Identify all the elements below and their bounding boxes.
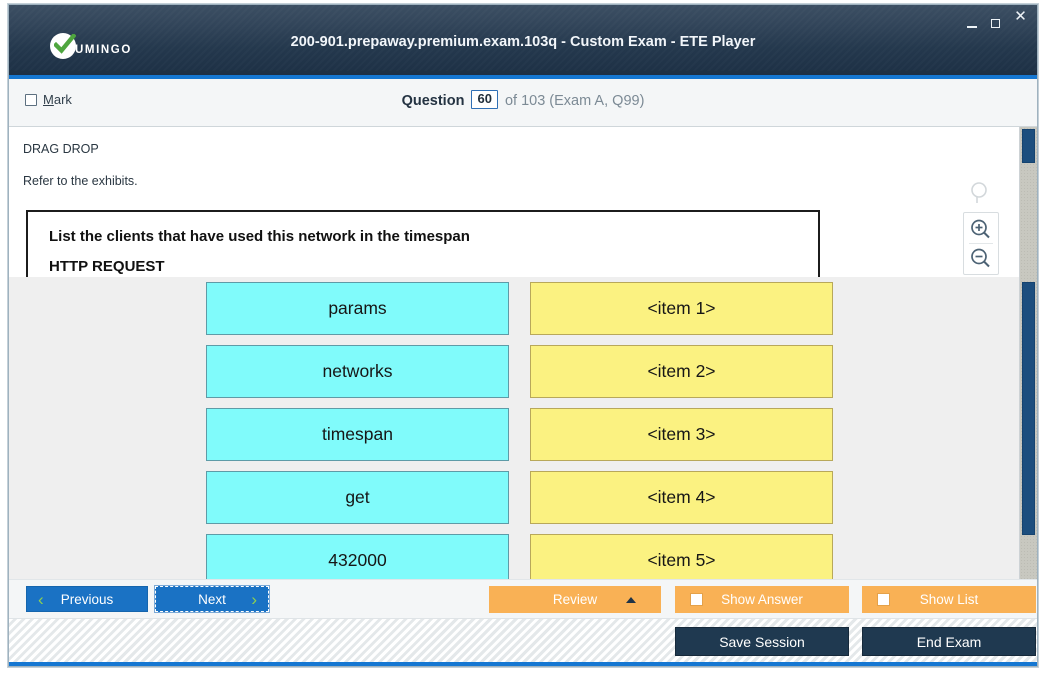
scrollbar-thumb-upper[interactable] — [1022, 129, 1035, 163]
zoom-toolbar — [963, 180, 999, 275]
dragdrop-source-tile[interactable]: params — [206, 282, 509, 335]
question-number-input[interactable]: 60 — [471, 90, 498, 109]
dragdrop-source-tile[interactable]: timespan — [206, 408, 509, 461]
scrollbar-thumb-main[interactable] — [1022, 282, 1035, 535]
question-counter: Question 60 of 103 (Exam A, Q99) — [9, 90, 1037, 109]
ete-player-window: UMINGO 200-901.prepaway.premium.exam.103… — [8, 4, 1038, 667]
question-type-label: DRAG DROP — [23, 142, 99, 156]
question-instruction: Refer to the exhibits. — [23, 174, 138, 188]
navigation-bar: ‹ Previous Next › Review Show Answer Sho… — [9, 579, 1037, 618]
content-scrollbar[interactable] — [1019, 127, 1037, 579]
previous-button[interactable]: ‹ Previous — [26, 586, 148, 612]
logo-wordmark: UMINGO — [75, 43, 132, 56]
show-list-button[interactable]: Show List — [862, 586, 1036, 613]
vumingo-logo: UMINGO — [50, 33, 132, 59]
dragdrop-target-tile[interactable]: <item 2> — [530, 345, 833, 398]
zoom-in-icon[interactable] — [969, 216, 993, 242]
previous-button-label: Previous — [60, 591, 114, 607]
review-button-label: Review — [552, 592, 598, 607]
close-icon[interactable]: ✕ — [1013, 9, 1028, 24]
dragdrop-source-tile[interactable]: 432000 — [206, 534, 509, 579]
end-exam-button[interactable]: End Exam — [862, 627, 1036, 656]
dragdrop-grid: params networks timespan get 432000 <ite… — [206, 282, 833, 579]
next-button[interactable]: Next › — [154, 585, 270, 613]
dragdrop-pane: params networks timespan get 432000 <ite… — [9, 277, 1019, 579]
zoom-out-icon[interactable] — [969, 245, 993, 271]
dragdrop-target-tile[interactable]: <item 5> — [530, 534, 833, 579]
show-answer-button[interactable]: Show Answer — [675, 586, 849, 613]
title-bar: UMINGO 200-901.prepaway.premium.exam.103… — [9, 5, 1037, 79]
caret-up-icon — [626, 596, 636, 603]
question-total-text: of 103 (Exam A, Q99) — [504, 93, 645, 109]
question-word: Question — [401, 93, 465, 109]
dragdrop-target-tile[interactable]: <item 4> — [530, 471, 833, 524]
review-button[interactable]: Review — [489, 586, 661, 613]
content-scroll-viewport: DRAG DROP Refer to the exhibits. List th… — [9, 127, 1019, 579]
show-list-label: Show List — [919, 592, 979, 607]
footer-bar: Save Session End Exam — [9, 618, 1037, 666]
checkmark-icon — [54, 34, 76, 54]
zoom-button-stack — [963, 212, 999, 275]
dragdrop-source-tile[interactable]: networks — [206, 345, 509, 398]
show-answer-checkbox[interactable] — [690, 593, 703, 606]
question-header: Mark Question 60 of 103 (Exam A, Q99) — [9, 79, 1037, 127]
exhibit-line-2: HTTP REQUEST — [49, 258, 165, 275]
dragdrop-target-tile[interactable]: <item 3> — [530, 408, 833, 461]
dragdrop-target-column: <item 1> <item 2> <item 3> <item 4> <ite… — [530, 282, 833, 579]
chevron-right-icon: › — [251, 589, 257, 609]
save-session-button[interactable]: Save Session — [675, 627, 849, 656]
chevron-left-icon: ‹ — [38, 589, 44, 609]
exhibit-box: List the clients that have used this net… — [26, 210, 820, 277]
show-list-checkbox[interactable] — [877, 593, 890, 606]
magnifier-icon — [971, 182, 987, 203]
dragdrop-source-column: params networks timespan get 432000 — [206, 282, 509, 579]
dragdrop-target-tile[interactable]: <item 1> — [530, 282, 833, 335]
window-title: 200-901.prepaway.premium.exam.103q - Cus… — [290, 34, 756, 50]
show-answer-label: Show Answer — [721, 592, 803, 607]
logo-circle — [50, 33, 76, 59]
next-button-label: Next — [198, 591, 226, 607]
dragdrop-source-tile[interactable]: get — [206, 471, 509, 524]
exhibit-line-1: List the clients that have used this net… — [49, 228, 470, 245]
zoom-divider — [969, 243, 993, 244]
question-pane: DRAG DROP Refer to the exhibits. List th… — [9, 127, 1019, 279]
content-area: DRAG DROP Refer to the exhibits. List th… — [9, 127, 1037, 579]
window-controls: ✕ — [965, 9, 1028, 28]
